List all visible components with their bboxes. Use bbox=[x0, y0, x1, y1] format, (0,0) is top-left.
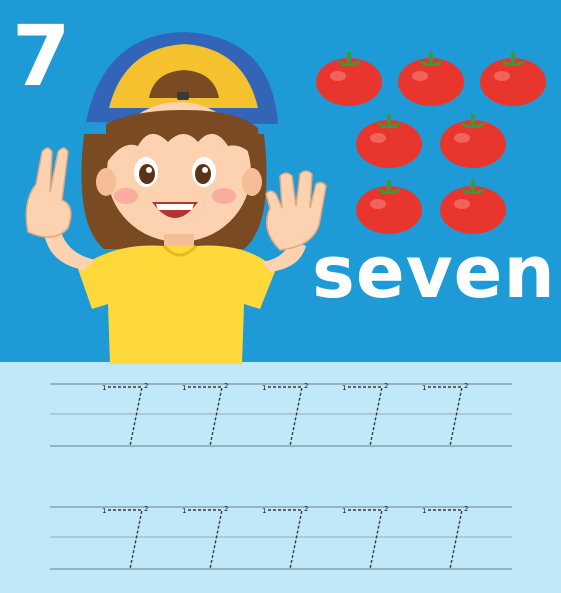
tomato-icon bbox=[440, 180, 506, 234]
guide-lines bbox=[50, 383, 512, 570]
stroke-mark-2: 2 bbox=[224, 382, 228, 390]
stroke-mark-2: 2 bbox=[304, 505, 308, 513]
stroke-mark-1: 1 bbox=[262, 384, 266, 392]
open-hand-icon bbox=[265, 170, 327, 251]
stroke-mark-2: 2 bbox=[144, 382, 148, 390]
tomato-icon bbox=[356, 180, 422, 234]
stroke-mark-2: 2 bbox=[144, 505, 148, 513]
stroke-mark-1: 1 bbox=[342, 384, 346, 392]
stroke-mark-2: 2 bbox=[464, 505, 468, 513]
tomato-icon bbox=[316, 52, 382, 106]
stroke-mark-1: 1 bbox=[182, 507, 186, 515]
girl-illustration bbox=[25, 32, 327, 364]
stroke-mark-1: 1 bbox=[342, 507, 346, 515]
stroke-mark-2: 2 bbox=[464, 382, 468, 390]
stroke-mark-1: 1 bbox=[182, 384, 186, 392]
peace-hand-icon bbox=[25, 147, 72, 238]
stroke-mark-2: 2 bbox=[304, 382, 308, 390]
stroke-mark-1: 1 bbox=[422, 507, 426, 515]
tomato-icon bbox=[440, 114, 506, 168]
stroke-mark-1: 1 bbox=[262, 507, 266, 515]
worksheet: 7 seven 1 2 1 2 1 2 1 2 1 2 1 2 1 2 1 2 … bbox=[0, 0, 561, 593]
tomato-icon bbox=[480, 52, 546, 106]
stroke-mark-1: 1 bbox=[422, 384, 426, 392]
number-word: seven bbox=[312, 230, 556, 314]
tomato-icon bbox=[356, 114, 422, 168]
stroke-mark-2: 2 bbox=[384, 505, 388, 513]
tracing-guides: 1 2 1 2 1 2 1 2 1 2 1 2 1 2 1 2 1 2 1 2 bbox=[50, 382, 512, 570]
stroke-mark-1: 1 bbox=[102, 507, 106, 515]
stroke-mark-2: 2 bbox=[384, 382, 388, 390]
stroke-mark-1: 1 bbox=[102, 384, 106, 392]
tomato-icon bbox=[398, 52, 464, 106]
stroke-mark-2: 2 bbox=[224, 505, 228, 513]
yellow-shirt bbox=[78, 245, 276, 364]
